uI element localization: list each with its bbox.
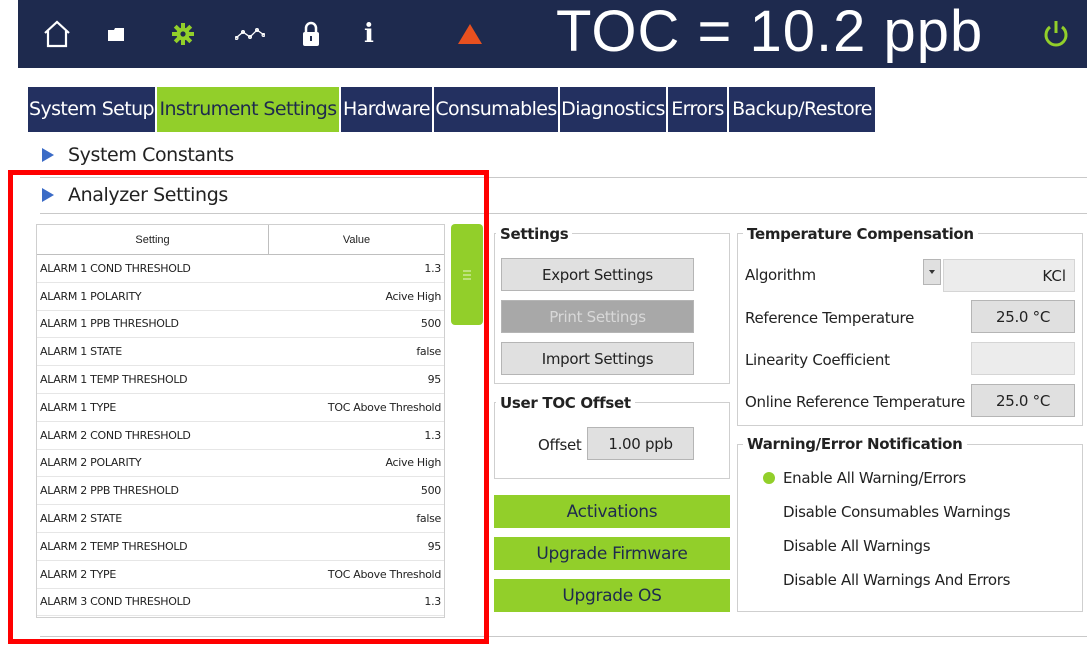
reference-temperature-label: Reference Temperature (745, 309, 915, 327)
algorithm-select[interactable]: KCl (943, 259, 1075, 292)
radio-enable-all[interactable]: Enable All Warning/Errors (783, 469, 966, 487)
online-reference-temperature-label: Online Reference Temperature (745, 393, 966, 411)
folder-icon[interactable] (106, 18, 126, 50)
print-settings-button[interactable]: Print Settings (501, 300, 694, 333)
chevron-down-icon (929, 270, 935, 274)
gear-icon[interactable] (171, 18, 195, 50)
linearity-coefficient-input[interactable] (971, 342, 1075, 375)
radio-selected-icon[interactable] (763, 472, 775, 484)
lock-icon[interactable] (301, 18, 321, 50)
section-label: System Constants (68, 144, 234, 166)
settings-group-title: Settings (496, 225, 573, 243)
highlight-box (8, 170, 489, 644)
tab-system-setup[interactable]: System Setup (28, 87, 155, 132)
toc-reading: TOC = 10.2 ppb (556, 0, 984, 64)
trend-graph-icon[interactable] (233, 18, 267, 50)
activations-button[interactable]: Activations (494, 495, 730, 528)
upgrade-firmware-button[interactable]: Upgrade Firmware (494, 537, 730, 570)
radio-disable-consumables[interactable]: Disable Consumables Warnings (783, 503, 1011, 521)
section-system-constants[interactable]: System Constants (42, 144, 234, 166)
online-reference-temperature-input[interactable]: 25.0 °C (971, 384, 1075, 417)
export-settings-button[interactable]: Export Settings (501, 258, 694, 291)
tab-hardware[interactable]: Hardware (341, 87, 432, 132)
tab-consumables[interactable]: Consumables (434, 87, 558, 132)
offset-input[interactable]: 1.00 ppb (587, 427, 694, 460)
user-toc-offset-title: User TOC Offset (496, 394, 635, 412)
linearity-coefficient-label: Linearity Coefficient (745, 351, 890, 369)
notification-title: Warning/Error Notification (743, 435, 967, 453)
reference-temperature-input[interactable]: 25.0 °C (971, 300, 1075, 333)
algorithm-label: Algorithm (745, 266, 816, 284)
expand-triangle-icon (42, 148, 54, 162)
radio-disable-all-warnings-errors[interactable]: Disable All Warnings And Errors (783, 571, 1010, 589)
radio-disable-all-warnings[interactable]: Disable All Warnings (783, 537, 931, 555)
import-settings-button[interactable]: Import Settings (501, 342, 694, 375)
upgrade-os-button[interactable]: Upgrade OS (494, 579, 730, 612)
temperature-compensation-title: Temperature Compensation (743, 225, 978, 243)
tab-instrument-settings[interactable]: Instrument Settings (157, 87, 339, 132)
offset-label: Offset (538, 436, 582, 454)
top-bar: i TOC = 10.2 ppb (18, 0, 1087, 68)
tab-backup-restore[interactable]: Backup/Restore (729, 87, 875, 132)
warning-triangle-icon[interactable] (455, 18, 485, 50)
tab-errors[interactable]: Errors (668, 87, 727, 132)
info-icon[interactable]: i (359, 18, 379, 50)
home-icon[interactable] (40, 18, 74, 50)
power-icon[interactable] (1040, 18, 1072, 50)
algorithm-dropdown-arrow[interactable] (923, 259, 941, 285)
tab-diagnostics[interactable]: Diagnostics (560, 87, 666, 132)
